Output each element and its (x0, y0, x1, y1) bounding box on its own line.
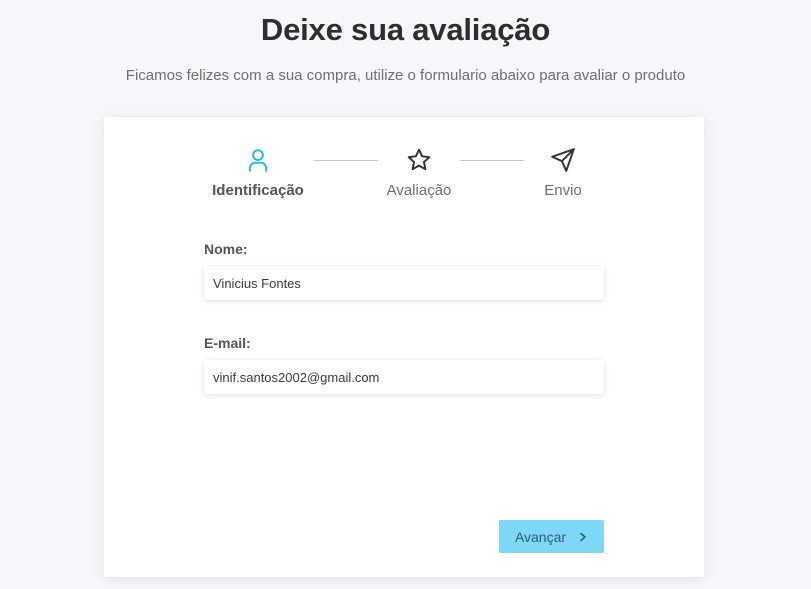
step-label-envio: Envio (544, 182, 582, 199)
star-icon (407, 148, 431, 171)
step-avaliacao: Avaliação (359, 147, 479, 199)
email-label: E-mail: (204, 335, 251, 351)
name-label: Nome: (204, 241, 248, 257)
send-icon (551, 148, 575, 172)
step-envio: Envio (503, 147, 623, 199)
next-button[interactable]: Avançar (499, 520, 604, 553)
step-label-avaliacao: Avaliação (386, 182, 452, 199)
name-field[interactable] (204, 266, 604, 300)
next-button-label: Avançar (514, 528, 567, 545)
step-identificacao: Identificação (198, 147, 318, 199)
step-label-identificacao: Identificação (212, 182, 304, 199)
page-title: Deixe sua avaliação (260, 12, 551, 47)
review-form-card: Identificação Avaliação Envio Nome: E-ma… (104, 117, 704, 577)
page-subtitle: Ficamos felizes com a sua compra, utiliz… (125, 67, 686, 84)
chevron-right-icon (580, 532, 586, 541)
user-icon (248, 149, 268, 172)
email-field[interactable] (204, 360, 604, 394)
